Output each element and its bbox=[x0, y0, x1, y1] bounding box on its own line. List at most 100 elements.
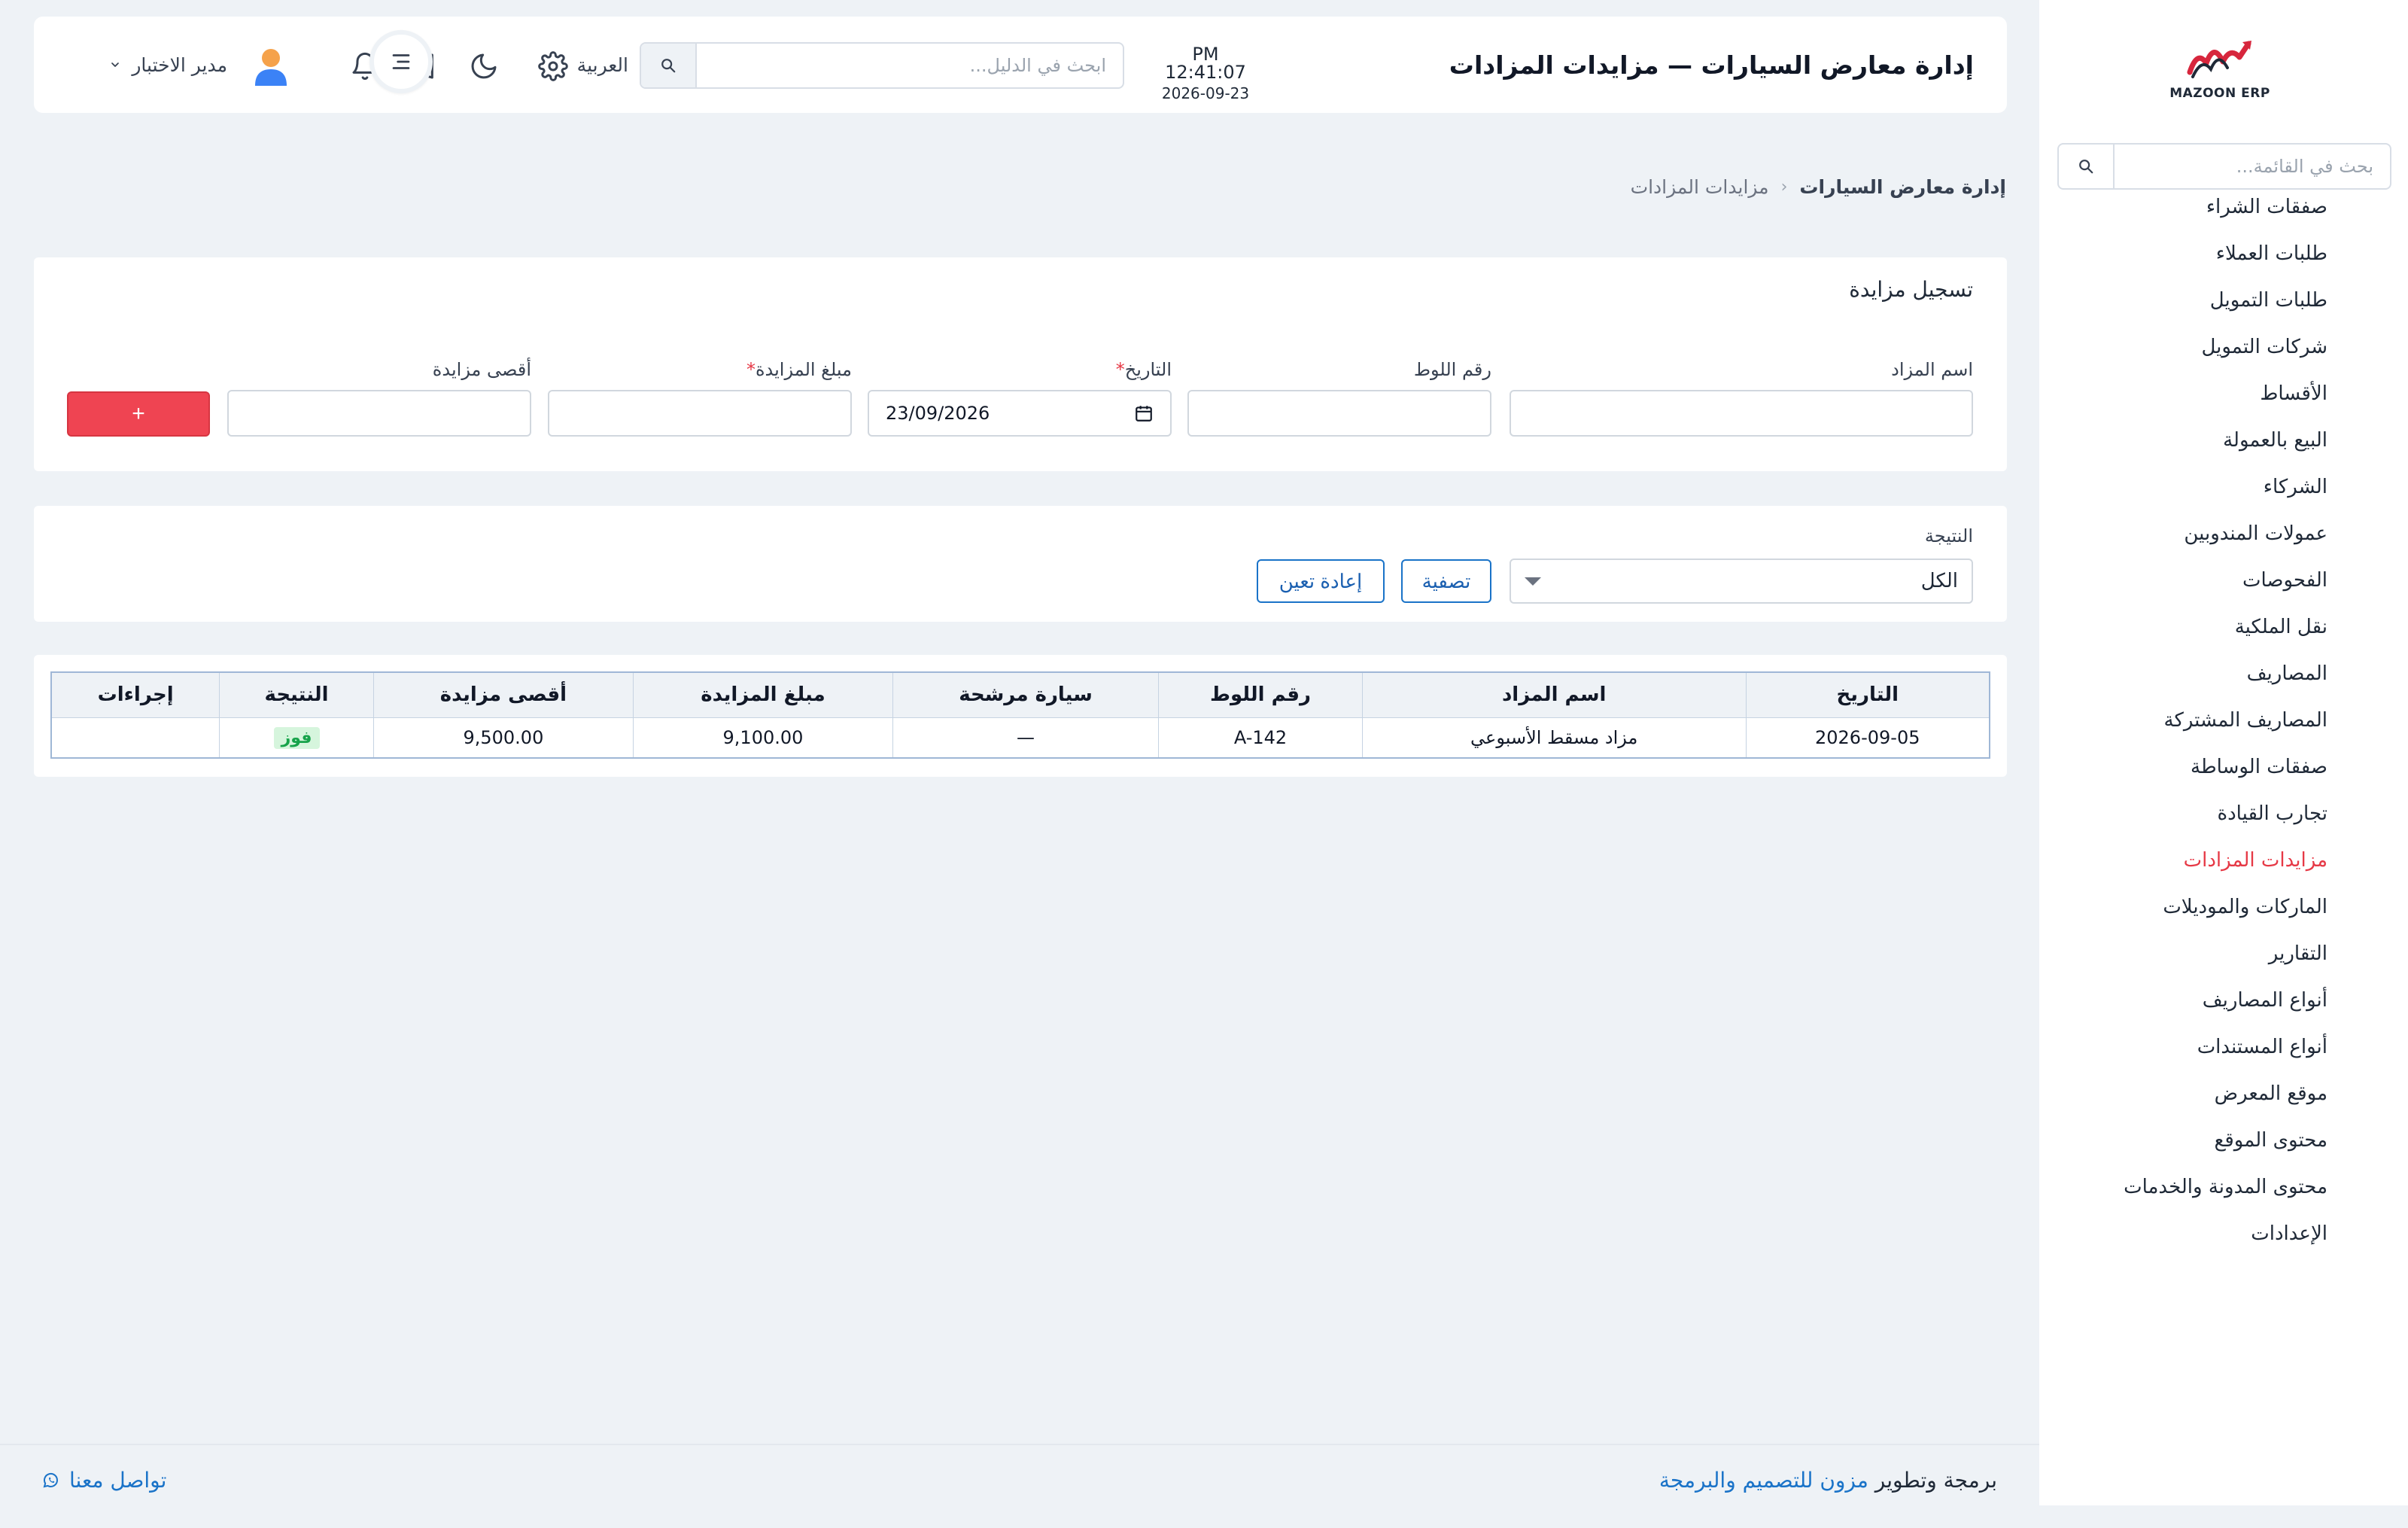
sidebar-item[interactable]: أنواع المصاريف bbox=[2039, 977, 2408, 1024]
menu-icon bbox=[392, 54, 410, 69]
sidebar-item[interactable]: الفحوصات bbox=[2039, 557, 2408, 604]
max-bid-label-text: أقصى مزايدة bbox=[432, 359, 531, 380]
lot-number-input[interactable] bbox=[1187, 390, 1491, 437]
breadcrumb-current: مزايدات المزادات bbox=[1630, 175, 1769, 198]
column-header: رقم اللوط bbox=[1158, 671, 1363, 718]
sidebar-item[interactable]: تجارب القيادة bbox=[2039, 790, 2408, 837]
footer-divider bbox=[0, 1444, 2039, 1445]
filter-card: النتيجة الكل تصفية إعادة تعين bbox=[34, 506, 2007, 622]
settings-button[interactable] bbox=[537, 50, 570, 83]
sidebar-item[interactable]: التقارير bbox=[2039, 930, 2408, 977]
form-title: تسجيل مزايدة bbox=[1849, 277, 1973, 302]
table-body: 2026-09-05 مزاد مسقط الأسبوعي A-142—9,100.… bbox=[50, 717, 1990, 759]
sidebar-item[interactable]: المصاريف bbox=[2039, 650, 2408, 697]
bid-amount-label: مبلغ المزايدة* bbox=[548, 358, 852, 381]
dark-mode-toggle[interactable] bbox=[467, 50, 500, 83]
breadcrumb-separator-icon: ‹ bbox=[1780, 177, 1788, 196]
sidebar-item[interactable]: محتوى الموقع bbox=[2039, 1117, 2408, 1164]
breadcrumb: إدارة معارض السيارات ‹ مزايدات المزادات bbox=[1631, 172, 2006, 202]
global-search bbox=[640, 42, 1124, 89]
column-header: النتيجة bbox=[219, 671, 374, 718]
date-label: التاريخ* bbox=[868, 358, 1172, 381]
sidebar-item[interactable]: صفقات الوساطة bbox=[2039, 744, 2408, 790]
language-switcher[interactable]: العربية bbox=[577, 17, 628, 113]
sidebar-item[interactable]: طلبات العملاء bbox=[2039, 230, 2408, 277]
sidebar-item[interactable]: شركات التمويل bbox=[2039, 324, 2408, 370]
sidebar-search-input[interactable] bbox=[2115, 145, 2390, 188]
date-input[interactable]: 23/09/2026 bbox=[868, 390, 1172, 437]
top-header: إدارة معارض السيارات — مزايدات المزادات … bbox=[34, 17, 2007, 113]
bid-amount-field: مبلغ المزايدة* bbox=[548, 358, 852, 437]
auction-name-input[interactable] bbox=[1510, 390, 1973, 437]
search-icon bbox=[2079, 160, 2093, 174]
lot-number-field: رقم اللوط bbox=[1187, 358, 1491, 437]
sidebar-item[interactable]: طلبات التمويل bbox=[2039, 277, 2408, 324]
column-header: إجراءات bbox=[50, 671, 220, 718]
add-bid-button[interactable]: + bbox=[67, 391, 210, 437]
sidebar-item[interactable]: البيع بالعمولة bbox=[2039, 417, 2408, 464]
cell-car: — bbox=[892, 717, 1160, 759]
avatar[interactable] bbox=[252, 47, 290, 86]
reset-button[interactable]: إعادة تعين bbox=[1257, 559, 1385, 603]
user-name: مدير الاختبار bbox=[132, 53, 227, 76]
moon-icon bbox=[471, 53, 497, 79]
max-bid-field: أقصى مزايدة bbox=[227, 358, 531, 437]
sidebar-item[interactable]: الماركات والموديلات bbox=[2039, 884, 2408, 930]
sidebar-item[interactable]: أنواع المستندات bbox=[2039, 1024, 2408, 1070]
column-header: اسم المزاد bbox=[1361, 671, 1747, 718]
date-field: التاريخ* 23/09/2026 bbox=[868, 358, 1172, 437]
bid-amount-input[interactable] bbox=[548, 390, 852, 437]
sidebar-item[interactable]: الشركاء bbox=[2039, 464, 2408, 510]
result-filter-label: النتيجة bbox=[1924, 525, 1973, 546]
sidebar-menu-list: صفقات الشراء طلبات العملاء طلبات التمويل شر… bbox=[2039, 194, 2408, 1257]
logo-mark-icon bbox=[2187, 41, 2251, 78]
sidebar-item[interactable]: الأقساط bbox=[2039, 370, 2408, 417]
chevron-down-icon bbox=[111, 62, 120, 67]
date-value: 23/09/2026 bbox=[886, 403, 990, 424]
max-bid-label: أقصى مزايدة bbox=[227, 358, 531, 381]
sidebar-item[interactable]: مزايدات المزادات bbox=[2039, 837, 2408, 884]
sidebar-item[interactable]: الإعدادات bbox=[2039, 1210, 2408, 1257]
auction-name-label: اسم المزاد bbox=[1510, 358, 1973, 381]
sidebar-toggle-button[interactable] bbox=[369, 30, 433, 93]
column-header: التاريخ bbox=[1745, 671, 1990, 718]
sidebar-item[interactable]: صفقات الشراء bbox=[2039, 194, 2408, 230]
sidebar-item[interactable]: نقل الملكية bbox=[2039, 604, 2408, 650]
cell-actions[interactable] bbox=[50, 717, 220, 759]
result-filter-select[interactable]: الكل bbox=[1510, 559, 1973, 604]
table-header-row: التاريخ اسم المزاد رقم اللوط سيارة مرشحة مبل… bbox=[50, 671, 1990, 718]
sidebar: MAZOON ERP صفقات الشراءطلبات العملاءطلبا… bbox=[2039, 0, 2408, 1505]
calendar-icon[interactable] bbox=[1134, 403, 1154, 423]
bid-form-card: تسجيل مزايدة اسم المزاد رقم اللوط التاري… bbox=[34, 257, 2007, 471]
footer-credit-link[interactable]: مزون للتصميم والبرمجة bbox=[1659, 1468, 1868, 1493]
search-icon bbox=[661, 59, 676, 73]
logo-text: MAZOON ERP bbox=[2169, 86, 2270, 101]
user-avatar-icon bbox=[255, 49, 287, 86]
cell-max-bid: 9,500.00 bbox=[372, 717, 634, 759]
breadcrumb-parent[interactable]: إدارة معارض السيارات bbox=[1799, 176, 2006, 198]
clock-time: PM 12:41:07 bbox=[1165, 44, 1246, 83]
bid-amount-label-text: مبلغ المزايدة bbox=[755, 359, 852, 380]
cell-bid: 9,100.00 bbox=[632, 717, 894, 759]
cell-date: 2026-09-05 bbox=[1745, 717, 1990, 759]
sidebar-item[interactable]: المصاريف المشتركة bbox=[2039, 697, 2408, 744]
date-label-text: التاريخ bbox=[1124, 359, 1172, 380]
sidebar-item[interactable]: موقع المعرض bbox=[2039, 1070, 2408, 1117]
clock-date: 2026-09-23 bbox=[1161, 84, 1250, 102]
global-search-button[interactable] bbox=[641, 44, 697, 87]
sidebar-menu: صفقات الشراء طلبات العملاء طلبات التمويل شر… bbox=[2039, 194, 2408, 1263]
sidebar-item[interactable]: عمولات المندوبين bbox=[2039, 510, 2408, 557]
contact-link[interactable]: تواصل معنا bbox=[42, 1468, 166, 1493]
max-bid-input[interactable] bbox=[227, 390, 531, 437]
filter-button[interactable]: تصفية bbox=[1401, 559, 1491, 603]
global-search-input[interactable] bbox=[697, 44, 1123, 87]
page-title: إدارة معارض السيارات — مزايدات المزادات bbox=[1449, 50, 1974, 80]
contact-link-text: تواصل معنا bbox=[69, 1468, 167, 1493]
gear-icon bbox=[538, 51, 568, 81]
required-mark: * bbox=[746, 359, 756, 380]
logo[interactable]: MAZOON ERP bbox=[2152, 30, 2288, 105]
sidebar-search-button[interactable] bbox=[2059, 145, 2115, 188]
user-menu[interactable]: مدير الاختبار bbox=[109, 17, 227, 113]
sidebar-item[interactable]: محتوى المدونة والخدمات bbox=[2039, 1164, 2408, 1210]
lot-number-label: رقم اللوط bbox=[1187, 358, 1491, 381]
